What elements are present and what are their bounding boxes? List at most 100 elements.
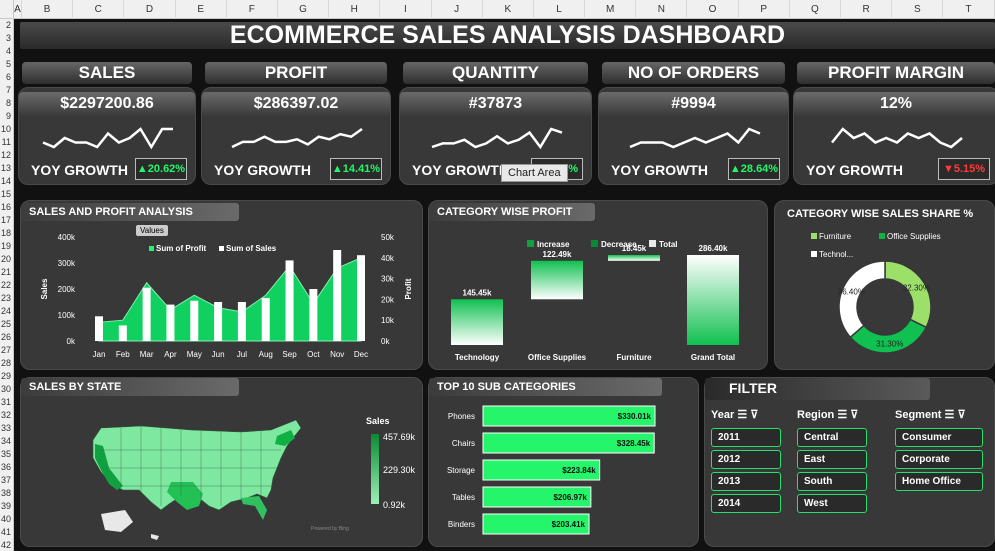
right-axis-tick: 40k bbox=[381, 254, 395, 263]
slicer-item-2014[interactable]: 2014 bbox=[711, 494, 781, 513]
slicer-item-2013[interactable]: 2013 bbox=[711, 472, 781, 491]
row-header-cell[interactable]: 3 bbox=[0, 32, 13, 45]
row-header-cell[interactable]: 10 bbox=[0, 123, 13, 136]
column-header-cell[interactable]: G bbox=[278, 0, 330, 19]
row-header-cell[interactable]: 12 bbox=[0, 149, 13, 162]
row-header-cell[interactable]: 6 bbox=[0, 71, 13, 84]
row-header-cell[interactable]: 32 bbox=[0, 409, 13, 422]
row-header-cell[interactable]: 20 bbox=[0, 253, 13, 266]
row-header-cell[interactable]: 36 bbox=[0, 461, 13, 474]
row-header-cell[interactable]: 42 bbox=[0, 539, 13, 551]
column-header-cell[interactable]: R bbox=[841, 0, 893, 19]
row-header-cell[interactable]: 14 bbox=[0, 175, 13, 188]
legend-swatch-sales bbox=[219, 246, 224, 251]
row-header-cell[interactable]: 37 bbox=[0, 474, 13, 487]
clear-filter-icon[interactable]: ⊽ bbox=[957, 409, 965, 421]
column-header-cell[interactable]: P bbox=[739, 0, 790, 19]
slicer-item-central[interactable]: Central bbox=[797, 428, 867, 447]
row-header-cell[interactable]: 38 bbox=[0, 487, 13, 500]
kpi-card[interactable]: $2297200.86 YOY GROWTH ▲20.62% bbox=[18, 87, 196, 185]
slicer-item-consumer[interactable]: Consumer bbox=[895, 428, 983, 447]
category-profit-chart[interactable]: Increase Decrease Total145.45kTechnology12… bbox=[429, 223, 769, 368]
select-all-corner[interactable] bbox=[0, 0, 14, 19]
row-header-cell[interactable]: 19 bbox=[0, 240, 13, 253]
column-header-cell[interactable]: D bbox=[124, 0, 176, 19]
row-header-cell[interactable]: 39 bbox=[0, 500, 13, 513]
row-header-cell[interactable]: 26 bbox=[0, 331, 13, 344]
row-header-cell[interactable]: 29 bbox=[0, 370, 13, 383]
row-header-cell[interactable]: 22 bbox=[0, 279, 13, 292]
row-header-cell[interactable]: 30 bbox=[0, 383, 13, 396]
row-header-cell[interactable]: 35 bbox=[0, 448, 13, 461]
row-header-cell[interactable]: 11 bbox=[0, 136, 13, 149]
row-header-cell[interactable]: 8 bbox=[0, 97, 13, 110]
multi-select-icon[interactable]: ☰ bbox=[837, 409, 847, 421]
multi-select-icon[interactable]: ☰ bbox=[737, 409, 747, 421]
row-header-cell[interactable]: 21 bbox=[0, 266, 13, 279]
sales-share-panel[interactable]: CATEGORY WISE SALES SHARE % Furniture Off… bbox=[774, 200, 995, 370]
row-header-cell[interactable]: 31 bbox=[0, 396, 13, 409]
subcategories-chart[interactable]: Phones $330.01k Chairs $328.45k Storage $223.… bbox=[429, 400, 700, 545]
column-header-cell[interactable]: Q bbox=[790, 0, 841, 19]
slicer-item-west[interactable]: West bbox=[797, 494, 867, 513]
column-header-cell[interactable]: K bbox=[483, 0, 534, 19]
column-header-cell[interactable]: F bbox=[227, 0, 278, 19]
sales-profit-chart[interactable]: 400k 300k 200k 100k 0k 50k 40k 30k 20k 10k 0k Sales… bbox=[21, 223, 424, 368]
row-header-cell[interactable]: 25 bbox=[0, 318, 13, 331]
kpi-card[interactable]: $286397.02 YOY GROWTH ▲14.41% bbox=[201, 87, 391, 185]
row-header-cell[interactable]: 28 bbox=[0, 357, 13, 370]
column-header-cell[interactable]: L bbox=[534, 0, 586, 19]
column-header-cell[interactable]: H bbox=[329, 0, 381, 19]
row-header-cell[interactable]: 4 bbox=[0, 45, 13, 58]
slicer-item-corporate[interactable]: Corporate bbox=[895, 450, 983, 469]
column-header-cell[interactable]: C bbox=[73, 0, 125, 19]
column-header-cell[interactable]: I bbox=[380, 0, 432, 19]
category-profit-panel[interactable]: CATEGORY WISE PROFIT Increase Decrease Tot… bbox=[428, 200, 768, 370]
row-header-cell[interactable]: 7 bbox=[0, 84, 13, 97]
kpi-card[interactable]: #9994 YOY GROWTH ▲28.64% bbox=[598, 87, 789, 185]
clear-filter-icon[interactable]: ⊽ bbox=[850, 409, 858, 421]
column-header-cell[interactable]: E bbox=[176, 0, 227, 19]
slicer-item-2012[interactable]: 2012 bbox=[711, 450, 781, 469]
clear-filter-icon[interactable]: ⊽ bbox=[750, 409, 758, 421]
sales-bar bbox=[214, 302, 223, 341]
sparkline-line bbox=[431, 127, 562, 150]
sales-by-state-panel[interactable]: SALES BY STATE Powered by Bing Sales 457… bbox=[20, 377, 423, 547]
subcategories-panel[interactable]: TOP 10 SUB CATEGORIES Phones $330.01k Chai… bbox=[428, 377, 699, 547]
sales-share-chart[interactable]: Furniture Office Supplies Technol... 32.30%… bbox=[775, 223, 995, 368]
slicer-item-home-office[interactable]: Home Office bbox=[895, 472, 983, 491]
slicer-item-east[interactable]: East bbox=[797, 450, 867, 469]
sales-profit-panel[interactable]: SALES AND PROFIT ANALYSIS Values 400k 300… bbox=[20, 200, 423, 370]
column-header-cell[interactable]: O bbox=[687, 0, 739, 19]
row-header-cell[interactable]: 40 bbox=[0, 513, 13, 526]
row-header-cell[interactable]: 27 bbox=[0, 344, 13, 357]
row-header-cell[interactable]: 2 bbox=[0, 19, 13, 32]
sales-profit-title: SALES AND PROFIT ANALYSIS bbox=[21, 203, 239, 221]
row-header-cell[interactable]: 5 bbox=[0, 58, 13, 71]
row-header-cell[interactable]: 24 bbox=[0, 305, 13, 318]
kpi-card[interactable]: 12% YOY GROWTH ▼5.15% bbox=[793, 87, 995, 185]
row-header-cell[interactable]: 16 bbox=[0, 201, 13, 214]
column-header-cell[interactable]: M bbox=[585, 0, 637, 19]
slicer-item-south[interactable]: South bbox=[797, 472, 867, 491]
row-header-cell[interactable]: 41 bbox=[0, 526, 13, 539]
column-header-cell[interactable]: T bbox=[943, 0, 995, 19]
row-header-cell[interactable]: 23 bbox=[0, 292, 13, 305]
row-header-cell[interactable]: 33 bbox=[0, 422, 13, 435]
row-header-cell[interactable]: 15 bbox=[0, 188, 13, 201]
slicer-item-2011[interactable]: 2011 bbox=[711, 428, 781, 447]
multi-select-icon[interactable]: ☰ bbox=[945, 409, 955, 421]
row-header-cell[interactable]: 17 bbox=[0, 214, 13, 227]
legend-label: Technol... bbox=[819, 250, 853, 259]
column-header-cell[interactable]: B bbox=[22, 0, 74, 19]
row-header-cell[interactable]: 18 bbox=[0, 227, 13, 240]
yoy-label: YOY GROWTH bbox=[412, 162, 509, 178]
row-header-cell[interactable]: 9 bbox=[0, 110, 13, 123]
row-header-cell[interactable]: 13 bbox=[0, 162, 13, 175]
us-map[interactable] bbox=[81, 406, 341, 546]
column-header-cell[interactable]: A bbox=[14, 0, 22, 19]
column-header-cell[interactable]: S bbox=[892, 0, 944, 19]
column-header-cell[interactable]: N bbox=[636, 0, 688, 19]
row-header-cell[interactable]: 34 bbox=[0, 435, 13, 448]
column-header-cell[interactable]: J bbox=[432, 0, 483, 19]
